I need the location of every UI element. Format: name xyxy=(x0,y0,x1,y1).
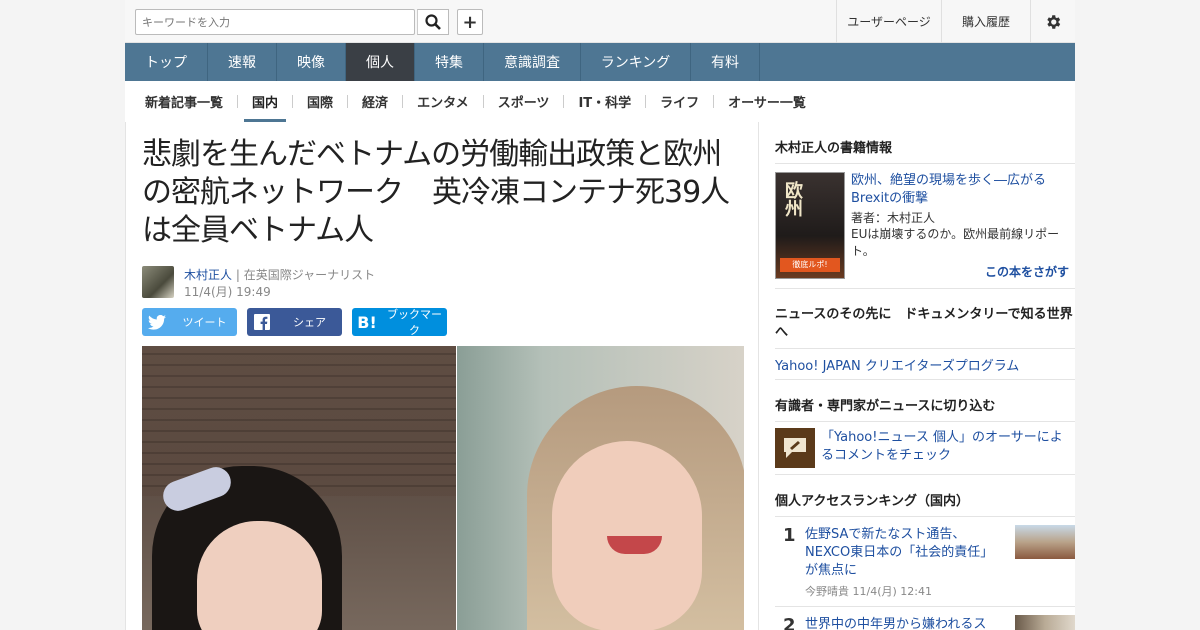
divider xyxy=(402,95,404,108)
purchase-history-link[interactable]: 購入履歴 xyxy=(941,0,1030,43)
divider xyxy=(775,421,1075,422)
subnav-sports[interactable]: スポーツ xyxy=(490,81,558,122)
avatar[interactable] xyxy=(142,266,174,298)
subnav-authors[interactable]: オーサー一覧 xyxy=(720,81,814,122)
book-description: EUは崩壊するのか。欧州最前線リポート。 xyxy=(851,227,1060,258)
subnav-entertainment[interactable]: エンタメ xyxy=(409,81,477,122)
plus-icon: + xyxy=(462,11,478,33)
book-cover-band: 徹底ルポ! xyxy=(780,258,840,272)
author-role: | 在英国際ジャーナリスト xyxy=(235,268,376,282)
subnav-latest[interactable]: 新着記事一覧 xyxy=(137,81,231,122)
divider xyxy=(775,606,1075,607)
hatena-bookmark-label: ブックマーク xyxy=(387,308,442,337)
search-button[interactable] xyxy=(417,9,449,35)
nav-features[interactable]: 特集 xyxy=(415,43,484,81)
ranking-item-link[interactable]: 佐野SAで新たなスト通告、NEXCO東日本の「社会的責任」が焦点に xyxy=(805,526,1005,580)
book-author: 著者：木村正人 xyxy=(851,211,936,225)
nav-paid[interactable]: 有料 xyxy=(691,43,760,81)
ranking-number: 2 xyxy=(783,615,796,630)
hatena-bookmark-icon: B! xyxy=(357,312,377,332)
divider xyxy=(563,95,565,108)
nav-survey[interactable]: 意識調査 xyxy=(484,43,581,81)
book-cover[interactable]: 欧州 徹底ルポ! xyxy=(775,172,845,279)
divider xyxy=(775,516,1075,517)
search-box xyxy=(135,9,418,35)
nav-top[interactable]: トップ xyxy=(125,43,208,81)
subnav-international[interactable]: 国際 xyxy=(299,81,341,122)
user-page-link[interactable]: ユーザーページ xyxy=(836,0,941,43)
facebook-share-label: シェア xyxy=(293,316,326,329)
article-column: 悲劇を生んだベトナムの労働輸出政策と欧州の密航ネットワーク 英冷凍コンテナ死39… xyxy=(125,122,759,630)
publish-date: 11/4(月) 19:49 xyxy=(184,285,271,299)
twitter-icon xyxy=(142,314,172,330)
subnav-economy[interactable]: 経済 xyxy=(354,81,396,122)
search-icon xyxy=(425,14,441,30)
subnav-it-science[interactable]: IT・科学 xyxy=(570,81,639,122)
twitter-share-label: ツイート xyxy=(182,316,227,329)
creators-program-link[interactable]: Yahoo! JAPAN クリエイターズプログラム xyxy=(775,355,1019,374)
divider xyxy=(775,379,1075,380)
ranking-thumbnail[interactable] xyxy=(1015,525,1075,559)
nav-ranking[interactable]: ランキング xyxy=(581,43,691,81)
sidebar: 木村正人の書籍情報 欧州 徹底ルポ! 欧州、絶望の現場を歩く―広がるBrexit… xyxy=(759,122,1075,630)
search-input[interactable] xyxy=(136,10,418,34)
sub-nav: 新着記事一覧 国内 国際 経済 エンタメ スポーツ IT・科学 ライフ オーサー… xyxy=(125,81,1075,122)
subnav-life[interactable]: ライフ xyxy=(652,81,707,122)
expert-heading: 有識者・専門家がニュースに切り込む xyxy=(775,399,996,414)
add-button[interactable]: + xyxy=(457,9,483,35)
comment-icon[interactable] xyxy=(775,428,815,468)
gear-icon xyxy=(1047,14,1061,29)
hatena-bookmark-button[interactable]: B! ブックマーク xyxy=(352,308,447,337)
article-photo xyxy=(142,346,744,630)
divider xyxy=(775,348,1075,349)
books-heading: 木村正人の書籍情報 xyxy=(775,141,893,156)
find-book-link[interactable]: この本をさがす xyxy=(985,263,1069,280)
author-line: 木村正人 | 在英国際ジャーナリスト xyxy=(184,266,375,283)
photo-left xyxy=(142,346,456,630)
top-links: ユーザーページ 購入履歴 xyxy=(836,0,1075,43)
photo-right xyxy=(457,346,744,630)
divider xyxy=(482,95,484,108)
nav-individual[interactable]: 個人 xyxy=(346,43,415,81)
divider xyxy=(347,95,349,108)
nav-breaking[interactable]: 速報 xyxy=(208,43,277,81)
divider xyxy=(713,95,715,108)
ranking-thumbnail[interactable] xyxy=(1015,615,1075,630)
divider xyxy=(775,474,1075,475)
ranking-heading: 個人アクセスランキング（国内） xyxy=(775,494,969,509)
ranking-item-link[interactable]: 世界中の中年男から嫌われるス xyxy=(805,616,1005,630)
article-title: 悲劇を生んだベトナムの労働輸出政策と欧州の密航ネットワーク 英冷凍コンテナ死39… xyxy=(142,137,730,248)
divider xyxy=(775,163,1075,164)
nav-video[interactable]: 映像 xyxy=(277,43,346,81)
main-nav: トップ 速報 映像 個人 特集 意識調査 ランキング 有料 xyxy=(125,43,1075,81)
author-name-link[interactable]: 木村正人 xyxy=(184,268,232,282)
settings-button[interactable] xyxy=(1030,0,1075,43)
book-cover-title: 欧州 xyxy=(782,181,803,217)
ranking-meta: 今野晴貴 11/4(月) 12:41 xyxy=(805,585,932,598)
documentary-heading: ニュースのその先に ドキュメンタリーで知る世界へ xyxy=(775,307,1073,340)
facebook-share-button[interactable]: シェア xyxy=(247,308,342,336)
divider xyxy=(775,288,1075,289)
facebook-icon xyxy=(247,314,277,330)
divider xyxy=(645,95,647,108)
book-title-link[interactable]: 欧州、絶望の現場を歩く―広がるBrexitの衝撃 xyxy=(851,172,1073,208)
top-bar: + ユーザーページ 購入履歴 xyxy=(125,0,1075,43)
subnav-domestic[interactable]: 国内 xyxy=(244,81,287,122)
divider xyxy=(292,95,294,108)
twitter-share-button[interactable]: ツイート xyxy=(142,308,237,336)
expert-comment-link[interactable]: 「Yahoo!ニュース 個人」のオーサーによるコメントをチェック xyxy=(821,429,1071,465)
ranking-number: 1 xyxy=(783,525,796,546)
divider xyxy=(237,95,239,108)
